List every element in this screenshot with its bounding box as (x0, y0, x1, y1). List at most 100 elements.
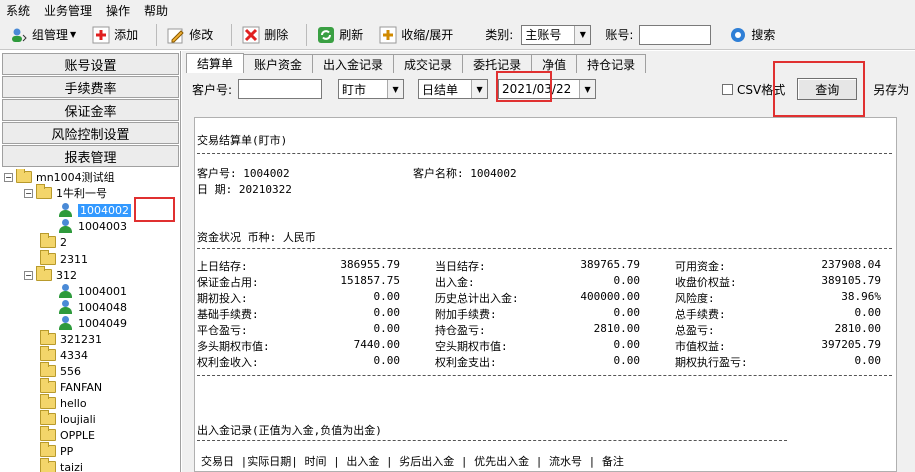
account-label: 账号: (605, 28, 634, 42)
menu-system[interactable]: 系统 (6, 2, 30, 19)
tree-node-folder[interactable]: 2 (40, 233, 67, 250)
user-icon (58, 203, 74, 217)
client-name: 客户名称: 1004002 (413, 167, 517, 180)
collapse-expand-button[interactable]: 收缩/展开 (375, 22, 457, 48)
modify-button[interactable]: 修改 (163, 22, 217, 48)
divider (197, 153, 892, 154)
fund-value: 0.00 (373, 290, 401, 303)
folder-icon (40, 346, 56, 361)
report-title: 交易结算单(盯市) (197, 134, 288, 147)
divider (197, 248, 892, 249)
chevron-down-icon: ▼ (387, 80, 404, 98)
tree-node-account[interactable]: 1004048 (58, 299, 127, 315)
group-mgmt-button[interactable]: 组管理 ▼ (6, 22, 80, 48)
tree-node-folder[interactable]: −1牛利一号 (24, 184, 107, 201)
delete-button[interactable]: 删除 (238, 22, 292, 48)
fee-rate-button[interactable]: 手续费率 (2, 76, 179, 98)
tree-node-folder[interactable]: taizi (40, 458, 83, 472)
folder-icon (16, 169, 32, 183)
period-select[interactable]: 日结单 ▼ (418, 79, 489, 99)
fund-label: 多头期权市值: (197, 340, 270, 353)
user-icon (58, 300, 74, 314)
menu-help[interactable]: 帮助 (144, 2, 168, 19)
tree-node-folder[interactable]: hello (40, 394, 87, 411)
risk-control-button[interactable]: 风险控制设置 (2, 122, 179, 144)
menu-operation[interactable]: 操作 (106, 2, 130, 19)
tree-node-folder[interactable]: 321231 (40, 330, 102, 347)
tree-node-folder[interactable]: 4334 (40, 346, 88, 363)
folder-icon (40, 378, 56, 393)
fund-value: 0.00 (613, 306, 641, 319)
margin-rate-button[interactable]: 保证金率 (2, 99, 179, 121)
user-icon (58, 284, 74, 298)
fund-label: 附加手续费: (435, 308, 497, 321)
tree-node-folder[interactable]: 556 (40, 362, 81, 379)
divider (197, 440, 787, 441)
fund-label: 当日结存: (435, 260, 486, 273)
fund-label: 上日结存: (197, 260, 248, 273)
fund-label: 市值权益: (675, 340, 726, 353)
tab-account-funds[interactable]: 账户资金 (243, 54, 314, 73)
folder-icon (40, 394, 56, 409)
fund-label: 保证金占用: (197, 276, 259, 289)
tree-node-folder[interactable]: PP (40, 442, 73, 459)
add-button[interactable]: 添加 (88, 22, 142, 48)
fund-label: 风险度: (675, 292, 715, 305)
save-as-button[interactable]: 另存为 (873, 81, 909, 98)
tab-positions[interactable]: 持仓记录 (576, 54, 647, 73)
folder-icon (40, 426, 56, 441)
tab-settlement[interactable]: 结算单 (186, 53, 245, 73)
chevron-down-icon: ▼ (574, 25, 591, 44)
add-icon (92, 26, 110, 44)
fund-value: 0.00 (854, 306, 882, 319)
search-button[interactable]: 搜索 (725, 22, 779, 48)
tree-node-folder[interactable]: OPPLE (40, 426, 95, 443)
sidebar: 账号设置 手续费率 保证金率 风险控制设置 报表管理 − mn1004测试组 −1… (0, 51, 181, 472)
collapse-icon[interactable]: − (4, 172, 13, 182)
fund-label: 基础手续费: (197, 308, 259, 321)
mode-select[interactable]: 盯市 ▼ (338, 79, 405, 99)
tree-node-account[interactable]: 1004049 (58, 315, 127, 331)
collapse-icon[interactable]: − (24, 270, 33, 280)
expand-icon (379, 26, 397, 44)
fund-value: 397205.79 (821, 338, 881, 351)
toolbar: 组管理 ▼ 添加 修改 删除 刷新 收缩/展开 类别: 主账号 ▼ 账号: 搜索 (0, 20, 915, 50)
tab-deposit-withdraw[interactable]: 出入金记录 (312, 54, 395, 73)
account-input[interactable] (639, 24, 712, 45)
fund-value: 0.00 (373, 322, 401, 335)
folder-icon (36, 266, 52, 281)
client-input[interactable] (238, 79, 323, 99)
fund-label: 可用资金: (675, 260, 726, 273)
csv-checkbox[interactable] (722, 83, 734, 95)
tree-node-account-selected[interactable]: 1004002 (58, 202, 131, 218)
fund-status-header: 资金状况 币种: 人民币 (197, 231, 316, 244)
fund-value: 2810.00 (593, 322, 640, 335)
folder-icon (40, 442, 56, 457)
folder-icon (40, 410, 56, 425)
toolbar-divider (306, 23, 308, 46)
tab-trades[interactable]: 成交记录 (393, 54, 464, 73)
tree-node-folder[interactable]: −312 (24, 266, 77, 283)
tree-node-account[interactable]: 1004001 (58, 283, 127, 299)
tree-node-folder[interactable]: loujiali (40, 410, 96, 427)
io-title: 出入金记录(正值为入金,负值为出金) (197, 424, 382, 437)
collapse-icon[interactable]: − (24, 188, 33, 198)
folder-icon (40, 458, 56, 472)
highlight-box (773, 61, 865, 117)
chevron-down-icon: ▼ (70, 30, 77, 39)
report-mgmt-button[interactable]: 报表管理 (2, 145, 179, 167)
group-icon (10, 26, 28, 44)
menu-business[interactable]: 业务管理 (44, 2, 92, 19)
tree-node-folder[interactable]: 2311 (40, 250, 88, 267)
fund-label: 历史总计出入金: (435, 292, 519, 305)
type-select[interactable]: 主账号 ▼ (521, 24, 592, 45)
main-panel: 结算单 账户资金 出入金记录 成交记录 委托记录 净值 持仓记录 客户号: 盯市… (134, 51, 915, 472)
type-label: 类别: (485, 28, 514, 42)
tree-node-folder[interactable]: FANFAN (40, 378, 102, 395)
tree-node-group[interactable]: − mn1004测试组 (4, 169, 115, 185)
fund-label: 期权执行盈亏: (675, 356, 748, 369)
account-settings-button[interactable]: 账号设置 (2, 53, 179, 75)
refresh-button[interactable]: 刷新 (313, 22, 367, 48)
client-label: 客户号: (192, 82, 233, 97)
tree-node-account[interactable]: 1004003 (58, 218, 127, 234)
